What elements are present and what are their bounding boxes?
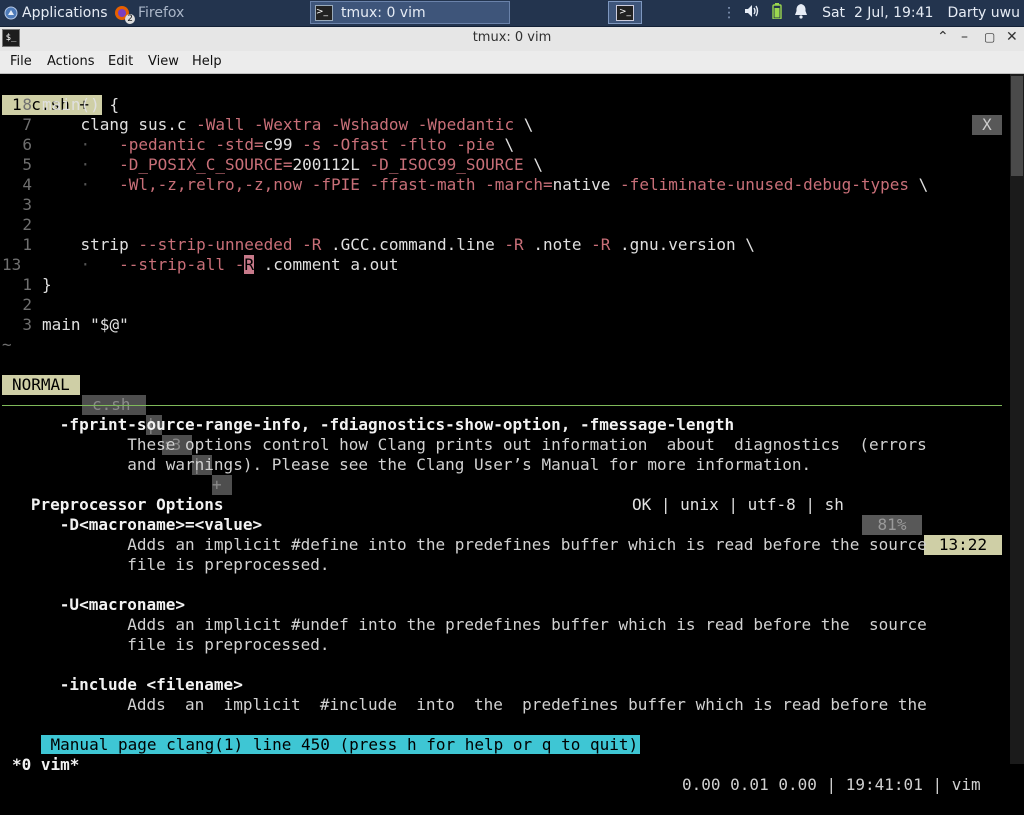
firefox-task-label: Firefox <box>138 4 185 21</box>
terminal-scrollbar[interactable] <box>1010 74 1024 764</box>
tray-separator-left: ⋮ <box>722 5 737 21</box>
tmux-statusbar: *0 vim* 0.00 0.01 0.00 | 19:41:01 | vim <box>2 735 1002 794</box>
vim-line-text: strip --strip-unneeded -R .GCC.command.l… <box>80 235 755 254</box>
vim-line-number: 1 <box>22 235 32 254</box>
vim-status-modified: + <box>212 475 232 495</box>
firefox-icon: 2 <box>114 5 135 24</box>
man-text-line: file is preprocessed. <box>2 635 330 654</box>
vim-line-number: 6 <box>22 135 32 154</box>
vim-code-line: 2 <box>2 295 42 315</box>
applications-menu-button[interactable]: Applications ⋮ <box>0 1 108 24</box>
tmux-window-label[interactable]: *0 vim* <box>12 755 79 775</box>
vim-line-number: 3 <box>22 315 32 334</box>
vim-line-number: 4 <box>22 175 32 194</box>
man-text-line: These options control how Clang prints o… <box>2 435 927 454</box>
man-text-line: Adds an implicit #include into the prede… <box>2 695 927 714</box>
man-text-line: file is preprocessed. <box>2 555 330 574</box>
window-title: tmux: 0 vim <box>472 30 552 45</box>
window-titlebar[interactable]: $_ tmux: 0 vim ⌃ – ▢ ✕ <box>0 27 1024 52</box>
man-heading-line: -U<macroname> <box>2 595 186 614</box>
vim-line-text: · --strip-all -R .comment a.out <box>80 255 399 274</box>
notifications-bell-icon[interactable] <box>794 3 808 23</box>
man-heading-line: -fprint-source-range-info, -fdiagnostics… <box>2 415 735 434</box>
vim-line-text: } <box>42 275 52 294</box>
man-heading-line: -include <filename> <box>2 675 243 694</box>
menu-edit[interactable]: Edit <box>108 54 133 69</box>
vim-mode-indicator: NORMAL <box>2 375 80 395</box>
vim-status-position: 13:22 <box>924 535 1002 555</box>
menu-actions[interactable]: Actions <box>47 54 95 69</box>
vim-empty-line-marker: ~ <box>2 335 14 355</box>
terminal-viewport[interactable]: 1 c.sh + X 8 main() {7 clang sus.c -Wall … <box>2 74 1010 794</box>
vim-code-line: 2 <box>2 215 42 235</box>
vim-status-percent: 81% <box>862 515 922 535</box>
vim-code-line: 1} <box>2 275 52 295</box>
vim-line-number: 7 <box>22 115 32 134</box>
man-heading-line: Preprocessor Options <box>2 495 224 514</box>
vim-code-line: 3 <box>2 195 42 215</box>
tmux-pane-divider[interactable] <box>2 405 1002 406</box>
menu-file[interactable]: File <box>10 54 32 69</box>
clock-datetime[interactable]: Sat 2 Jul, 19:41 <box>822 5 933 21</box>
vim-code-line: 5 · -D_POSIX_C_SOURCE=200112L -D_ISOC99_… <box>2 155 543 175</box>
terminal-scrollbar-thumb[interactable] <box>1011 76 1023 176</box>
vim-line-text: · -pedantic -std=c99 -s -Ofast -flto -pi… <box>80 135 515 154</box>
terminal-launcher-icon: >_ <box>616 4 634 21</box>
man-text-line: Adds an implicit #undef into the predefi… <box>2 615 927 634</box>
man-text-line: and warnings). Please see the Clang User… <box>2 455 812 474</box>
man-heading-line: -D<macroname>=<value> <box>2 515 263 534</box>
username[interactable]: Darty uwu <box>947 5 1020 21</box>
vim-line-number: 8 <box>22 95 32 114</box>
vim-code-line: 4 · -Wl,-z,relro,-z,now -fPIE -ffast-mat… <box>2 175 928 195</box>
firefox-window-count: 2 <box>125 13 135 24</box>
taskbar-firefox[interactable]: 2 Firefox <box>110 1 306 24</box>
vim-code-line: 8 main() { <box>2 95 119 115</box>
window-shade-icon[interactable]: ⌃ <box>937 29 949 45</box>
vim-line-text: · -Wl,-z,relro,-z,now -fPIE -ffast-math … <box>80 175 929 194</box>
vim-code-line: 1 strip --strip-unneeded -R .GCC.command… <box>2 235 755 255</box>
vim-status-fileinfo: OK | unix | utf-8 | sh <box>632 495 844 514</box>
tmux-task-label: tmux: 0 vim <box>341 4 426 21</box>
vim-line-number: 2 <box>22 215 32 234</box>
window-close-icon[interactable]: ✕ <box>1006 29 1018 45</box>
vim-tabline: 1 c.sh + X <box>2 75 1002 135</box>
vim-line-number: 3 <box>22 195 32 214</box>
vim-line-number: ~ <box>2 335 12 354</box>
man-text-line: Adds an implicit #define into the predef… <box>2 535 927 554</box>
tmux-status-right: 0.00 0.01 0.00 | 19:41:01 | vim <box>682 775 981 794</box>
vim-line-number: 1 <box>22 275 32 294</box>
vim-line-number: 5 <box>22 155 32 174</box>
vim-code-line: 13 · --strip-all -R .comment a.out <box>2 255 398 275</box>
window-minimize-icon[interactable]: – <box>961 29 968 45</box>
vim-line-text: main() { <box>42 95 120 114</box>
menu-help[interactable]: Help <box>192 54 222 69</box>
applications-icon <box>4 6 18 20</box>
vim-code-line: 7 clang sus.c -Wall -Wextra -Wshadow -Wp… <box>2 115 533 135</box>
terminal-menubar: File Actions Edit View Help <box>0 51 1024 74</box>
applications-label: Applications <box>22 4 108 21</box>
vim-tab-close-button[interactable]: X <box>972 115 1002 135</box>
top-panel: Applications ⋮ 2 Firefox >_ tmux: 0 vim … <box>0 0 1024 27</box>
window-maximize-icon[interactable]: ▢ <box>984 30 995 44</box>
vim-line-text: main "$@" <box>42 315 129 334</box>
vim-code-line: 6 · -pedantic -std=c99 -s -Ofast -flto -… <box>2 135 514 155</box>
vim-code-line: 3 main "$@" <box>2 315 129 335</box>
vim-line-text: · -D_POSIX_C_SOURCE=200112L -D_ISOC99_SO… <box>80 155 543 174</box>
battery-icon[interactable] <box>772 3 782 23</box>
volume-icon[interactable] <box>744 4 760 22</box>
terminal-icon: >_ <box>315 4 333 21</box>
terminal-launcher-button[interactable]: >_ <box>608 1 642 24</box>
menu-view[interactable]: View <box>148 54 179 69</box>
vim-line-number: 2 <box>22 295 32 314</box>
vim-line-text: clang sus.c -Wall -Wextra -Wshadow -Wped… <box>80 115 534 134</box>
system-tray: ⋮ Sat 2 Jul, 19:41 Darty uwu <box>722 0 1024 26</box>
taskbar-tmux[interactable]: >_ tmux: 0 vim <box>310 1 510 24</box>
vim-statusline: NORMAL c.sh | :3 | + OK | unix | utf-8 |… <box>2 355 1002 555</box>
man-pager-prompt: Manual page clang(1) line 450 (press h f… <box>2 715 641 754</box>
vim-line-number: 13 <box>2 255 22 274</box>
